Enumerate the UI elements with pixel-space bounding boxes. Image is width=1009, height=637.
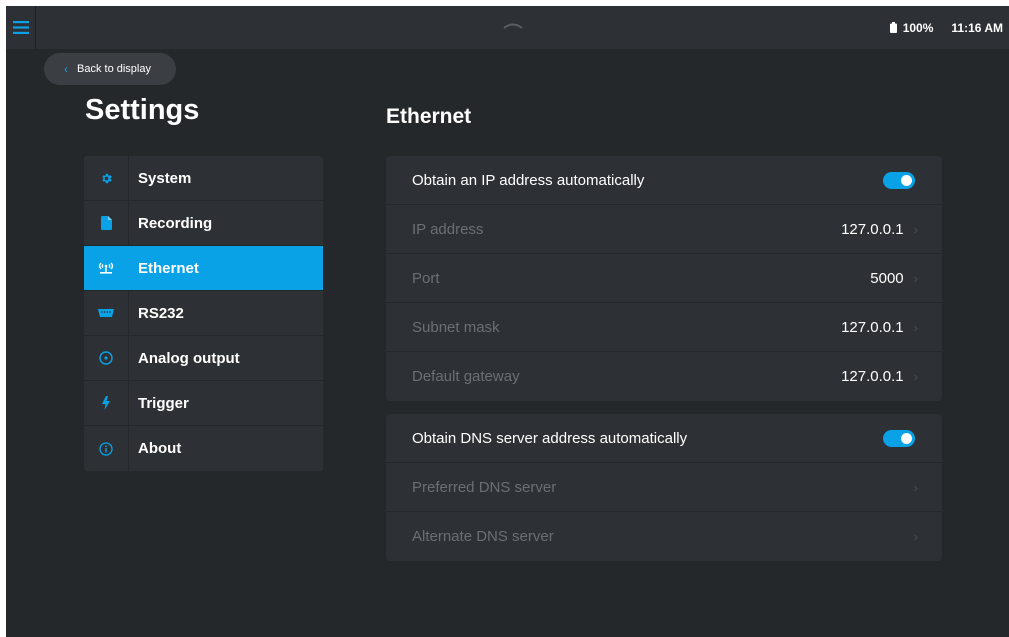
sidebar-item-analog-output[interactable]: Analog output bbox=[84, 335, 323, 381]
toggle-knob bbox=[901, 174, 912, 186]
ip-auto-row[interactable]: Obtain an IP address automatically bbox=[386, 156, 942, 205]
settings-sidebar: System Recording Ethernet RS232 Analog o… bbox=[84, 156, 323, 471]
hamburger-icon bbox=[12, 21, 29, 34]
chevron-right-icon: › bbox=[913, 479, 918, 495]
chevron-right-icon: › bbox=[913, 270, 918, 286]
preferred-dns-row[interactable]: Preferred DNS server › bbox=[386, 463, 942, 512]
chevron-left-icon: ‹ bbox=[64, 62, 68, 76]
sidebar-item-trigger[interactable]: Trigger bbox=[84, 380, 323, 426]
alternate-dns-row[interactable]: Alternate DNS server › bbox=[386, 512, 942, 561]
pull-down-handle-icon[interactable] bbox=[503, 22, 523, 30]
top-bar: 100% 11:16 AM bbox=[6, 6, 1009, 49]
serial-port-icon bbox=[98, 309, 114, 317]
preferred-dns-label: Preferred DNS server bbox=[412, 478, 557, 496]
device-screen: 100% 11:16 AM ‹ Back to display Settings… bbox=[6, 6, 1009, 637]
sidebar-item-label: Trigger bbox=[138, 394, 189, 412]
default-gateway-label: Default gateway bbox=[412, 368, 520, 385]
port-row[interactable]: Port 5000 › bbox=[386, 254, 942, 303]
battery-icon bbox=[889, 22, 897, 33]
subnet-mask-value: 127.0.0.1 bbox=[841, 318, 904, 336]
back-button-label: Back to display bbox=[77, 63, 151, 75]
ip-settings-panel: Obtain an IP address automatically IP ad… bbox=[386, 156, 942, 401]
page-title: Settings bbox=[85, 94, 200, 126]
lightning-icon bbox=[102, 396, 110, 410]
battery-status: 100% bbox=[889, 20, 934, 35]
file-icon bbox=[100, 216, 112, 230]
sidebar-item-label: System bbox=[138, 169, 192, 187]
sidebar-item-about[interactable]: About bbox=[84, 426, 323, 471]
sidebar-item-label: Analog output bbox=[138, 349, 240, 367]
ip-auto-toggle[interactable] bbox=[883, 171, 915, 189]
sidebar-item-recording[interactable]: Recording bbox=[84, 200, 323, 246]
chevron-right-icon: › bbox=[913, 221, 918, 237]
ip-address-row[interactable]: IP address 127.0.0.1 › bbox=[386, 205, 942, 254]
dns-auto-label: Obtain DNS server address automatically bbox=[412, 429, 688, 447]
chevron-right-icon: › bbox=[913, 319, 918, 335]
back-to-display-button[interactable]: ‹ Back to display bbox=[44, 53, 176, 85]
hamburger-menu-button[interactable] bbox=[6, 6, 36, 49]
dns-auto-toggle[interactable] bbox=[883, 429, 915, 447]
sidebar-item-rs232[interactable]: RS232 bbox=[84, 290, 323, 336]
dns-settings-panel: Obtain DNS server address automatically … bbox=[386, 414, 942, 561]
sidebar-item-label: Ethernet bbox=[138, 259, 199, 277]
clock: 11:16 AM bbox=[951, 20, 1003, 35]
ip-address-label: IP address bbox=[412, 220, 484, 238]
network-antenna-icon bbox=[98, 262, 114, 274]
sidebar-item-label: About bbox=[138, 440, 182, 457]
toggle-knob bbox=[901, 432, 912, 444]
chevron-right-icon: › bbox=[913, 529, 918, 544]
target-circle-icon bbox=[99, 351, 113, 365]
sidebar-item-label: Recording bbox=[138, 214, 213, 232]
chevron-right-icon: › bbox=[913, 369, 918, 384]
ip-auto-label: Obtain an IP address automatically bbox=[412, 171, 645, 189]
port-value: 5000 bbox=[870, 269, 904, 287]
status-area: 100% 11:16 AM bbox=[889, 6, 1009, 49]
ip-address-value: 127.0.0.1 bbox=[841, 220, 904, 238]
port-label: Port bbox=[412, 269, 440, 287]
info-icon bbox=[99, 441, 113, 456]
default-gateway-row[interactable]: Default gateway 127.0.0.1 › bbox=[386, 352, 942, 401]
alternate-dns-label: Alternate DNS server bbox=[412, 528, 554, 545]
subnet-mask-row[interactable]: Subnet mask 127.0.0.1 › bbox=[386, 303, 942, 352]
default-gateway-value: 127.0.0.1 bbox=[841, 368, 904, 385]
battery-percent: 100% bbox=[902, 20, 934, 35]
sidebar-item-label: RS232 bbox=[138, 304, 184, 322]
dns-auto-row[interactable]: Obtain DNS server address automatically bbox=[386, 414, 942, 463]
section-title: Ethernet bbox=[386, 105, 472, 128]
sidebar-item-ethernet[interactable]: Ethernet bbox=[84, 246, 323, 291]
gear-icon bbox=[101, 173, 112, 183]
sidebar-item-system[interactable]: System bbox=[84, 156, 323, 201]
subnet-mask-label: Subnet mask bbox=[412, 318, 500, 336]
